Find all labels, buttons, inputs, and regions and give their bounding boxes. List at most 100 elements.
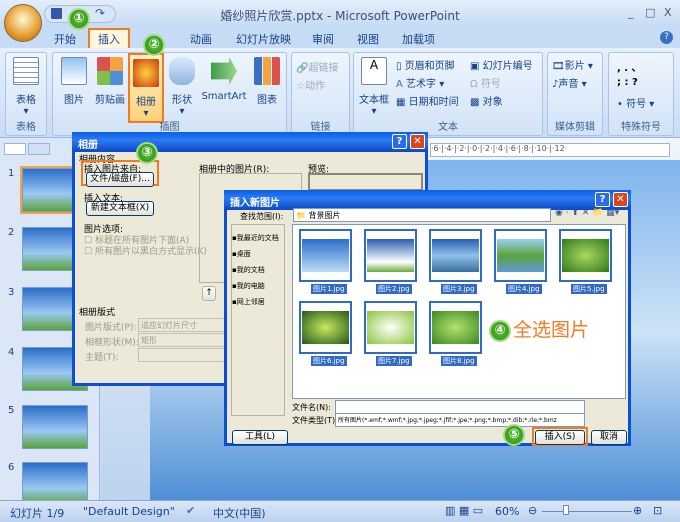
- theme-field[interactable]: [138, 348, 228, 362]
- zoom-slider[interactable]: [542, 511, 632, 512]
- file-thumbnail[interactable]: [429, 229, 482, 282]
- group-label: 文本: [438, 122, 458, 133]
- file-thumbnail[interactable]: [559, 229, 612, 282]
- shapes-button[interactable]: 形状 ▾: [167, 57, 197, 117]
- file-thumbnail[interactable]: [429, 301, 482, 354]
- file-thumbnail[interactable]: [299, 229, 352, 282]
- date-time-button[interactable]: ▦ 日期和时间: [396, 93, 459, 108]
- zoom-out-button[interactable]: ⊖: [528, 504, 537, 517]
- smartart-button[interactable]: SmartArt: [199, 57, 249, 102]
- file-name[interactable]: 图片7.jpg: [376, 356, 412, 366]
- file-name[interactable]: 图片4.jpg: [506, 284, 542, 294]
- minimize-button[interactable]: _: [628, 6, 634, 19]
- textbox-button[interactable]: A 文本框 ▾: [356, 57, 392, 117]
- zoom-in-button[interactable]: ⊕: [633, 504, 642, 517]
- place-item[interactable]: ▪桌面: [232, 249, 251, 259]
- save-icon[interactable]: [51, 8, 62, 19]
- look-in-select[interactable]: 📁 背景图片: [293, 208, 551, 222]
- close-button[interactable]: X: [664, 6, 672, 19]
- symbol-row-2[interactable]: ; : ?: [617, 77, 638, 88]
- chart-icon: [254, 57, 280, 85]
- filename-input[interactable]: [335, 400, 585, 414]
- links-group: 🔗超链接 ☆动作 链接: [291, 52, 350, 136]
- slide-number-button[interactable]: ▣ 幻灯片编号: [470, 57, 533, 72]
- zoom-slider-thumb[interactable]: [563, 505, 569, 515]
- theme-label: 主题(T):: [85, 353, 119, 363]
- textbox-label: 文本框: [359, 95, 389, 106]
- file-name[interactable]: 图片2.jpg: [376, 284, 412, 294]
- shapes-icon: [169, 57, 195, 85]
- maximize-button[interactable]: □: [645, 6, 655, 19]
- filetype-select[interactable]: 所有图片(*.emf;*.wmf;*.jpg;*.jpeg;*.jfif;*.j…: [335, 413, 585, 427]
- frame-shape-select[interactable]: 矩形: [138, 333, 228, 347]
- filename-label: 文件名(N):: [292, 403, 331, 412]
- office-button[interactable]: [4, 4, 42, 42]
- slide-thumbnail[interactable]: [22, 405, 88, 449]
- slide-counter: 幻灯片 1/9: [10, 507, 65, 520]
- new-textbox-button[interactable]: 新建文本框(X): [86, 201, 154, 216]
- slide-number: 6: [8, 462, 15, 473]
- file-name[interactable]: 图片6.jpg: [311, 356, 347, 366]
- place-item[interactable]: ▪我最近的文档: [232, 233, 279, 243]
- black-white-checkbox[interactable]: ☐ 所有图片以黑白方式显示(K): [84, 244, 207, 257]
- help-button[interactable]: ?: [392, 134, 407, 149]
- tab-animations[interactable]: 动画: [190, 31, 212, 47]
- symbol-row-1[interactable]: , . 、: [617, 59, 642, 74]
- header-footer-button[interactable]: ▯ 页眉和页脚: [396, 57, 455, 72]
- tab-insert[interactable]: 插入: [88, 28, 130, 50]
- redo-icon[interactable]: ↷: [95, 6, 105, 20]
- photo-album-button[interactable]: 相册 ▾: [128, 53, 164, 123]
- picture-button[interactable]: 图片: [57, 57, 91, 106]
- dialog-title: 插入新图片: [230, 198, 280, 209]
- place-item[interactable]: ▪网上邻居: [232, 297, 265, 307]
- wordart-button[interactable]: A 艺术字 ▾: [396, 75, 444, 90]
- move-up-button[interactable]: ↑: [202, 286, 216, 301]
- file-thumbnail[interactable]: [364, 301, 417, 354]
- outline-tab[interactable]: [28, 143, 50, 155]
- slides-tab[interactable]: [4, 143, 26, 155]
- place-item[interactable]: ▪我的文档: [232, 265, 265, 275]
- file-name[interactable]: 图片5.jpg: [571, 284, 607, 294]
- language[interactable]: 中文(中国): [213, 505, 266, 521]
- close-button[interactable]: ✕: [613, 192, 628, 207]
- help-button[interactable]: ?: [595, 192, 610, 207]
- symbol-more-button[interactable]: • 符号 ▾: [617, 95, 654, 110]
- tab-slideshow[interactable]: 幻灯片放映: [236, 31, 291, 47]
- hyperlink-button[interactable]: 🔗超链接: [296, 59, 338, 74]
- place-item[interactable]: ▪我的电脑: [232, 281, 265, 291]
- insert-button[interactable]: 插入(S): [535, 430, 585, 445]
- spellcheck-icon[interactable]: ✔: [186, 504, 195, 517]
- file-thumbnail[interactable]: [364, 229, 417, 282]
- sound-button[interactable]: ♪声音 ▾: [552, 75, 587, 90]
- file-disk-button[interactable]: 文件/磁盘(F)...: [86, 172, 154, 187]
- tab-addins[interactable]: 加载项: [402, 31, 435, 47]
- view-buttons[interactable]: ▥ ▦ ▭: [445, 504, 483, 517]
- symbol-button[interactable]: Ω 符号: [470, 75, 501, 90]
- file-list[interactable]: 图片1.jpg 图片2.jpg 图片3.jpg 图片4.jpg 图片5.jpg 图片6.j…: [292, 224, 626, 399]
- file-name[interactable]: 图片3.jpg: [441, 284, 477, 294]
- zoom-level[interactable]: 60%: [495, 505, 519, 518]
- file-thumbnail[interactable]: [299, 301, 352, 354]
- file-name[interactable]: 图片1.jpg: [311, 284, 347, 294]
- chart-button[interactable]: 图表: [251, 57, 283, 106]
- table-button[interactable]: 表格 ▾: [10, 57, 42, 117]
- file-thumbnail[interactable]: [494, 229, 547, 282]
- horizontal-ruler: ·6·|·4·|·2·|·0·|·2·|·4·|·6·|·8·|·10·|·12…: [430, 143, 670, 157]
- file-name[interactable]: 图片8.jpg: [441, 356, 477, 366]
- action-button[interactable]: ☆动作: [296, 77, 325, 92]
- dialog-title: 相册: [78, 140, 98, 151]
- toolbar-icons[interactable]: ◉ · ⬆ ✕ 📁 ▦▾: [555, 208, 619, 218]
- movie-button[interactable]: 🎞影片 ▾: [552, 57, 593, 72]
- cancel-button[interactable]: 取消: [591, 430, 627, 445]
- tab-view[interactable]: 视图: [357, 31, 379, 47]
- status-bar: 幻灯片 1/9 "Default Design" ✔ 中文(中国) ▥ ▦ ▭ …: [0, 500, 680, 522]
- tab-review[interactable]: 审阅: [312, 31, 334, 47]
- help-icon[interactable]: ?: [660, 31, 673, 44]
- close-button[interactable]: ✕: [410, 134, 425, 149]
- fit-to-window-icon[interactable]: ⊡: [653, 504, 662, 517]
- clipart-button[interactable]: 剪贴画: [93, 57, 127, 106]
- picture-layout-select[interactable]: 适应幻灯片尺寸: [138, 318, 228, 332]
- object-button[interactable]: ▩ 对象: [470, 93, 503, 108]
- tools-button[interactable]: 工具(L): [232, 430, 288, 445]
- tab-home[interactable]: 开始: [54, 31, 76, 47]
